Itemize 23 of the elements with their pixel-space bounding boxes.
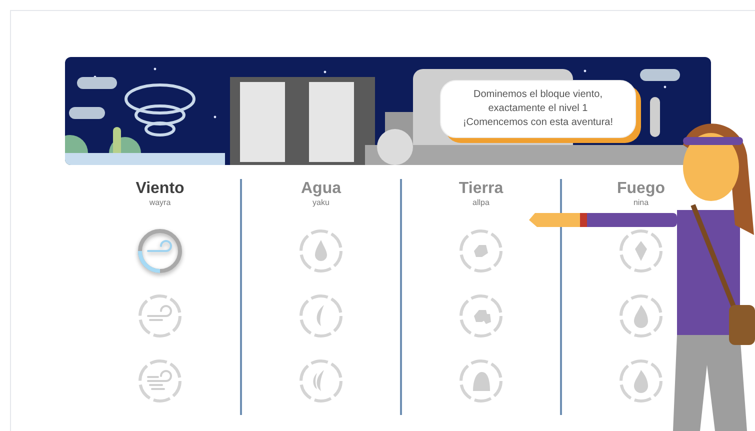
level-icon[interactable] (457, 227, 505, 275)
level-icon[interactable] (136, 292, 184, 340)
speech-text: ¡Comencemos con esta aventura! (462, 116, 614, 130)
level-icon[interactable] (617, 357, 665, 405)
element-subtitle: allpa (472, 199, 490, 207)
element-subtitle: nina (633, 199, 649, 207)
speech-text: exactamente el nivel 1 (488, 102, 588, 116)
level-icon[interactable] (297, 357, 345, 405)
element-subtitle: wayra (149, 199, 171, 207)
level-icon[interactable] (617, 292, 665, 340)
level-icon[interactable] (297, 227, 345, 275)
level-icon[interactable] (136, 357, 184, 405)
level-icon[interactable] (457, 357, 505, 405)
level-icon[interactable] (297, 292, 345, 340)
element-title[interactable]: Tierra (458, 179, 504, 199)
level-icon[interactable] (136, 227, 184, 275)
element-title[interactable]: Agua (301, 179, 341, 199)
level-icon[interactable] (457, 292, 505, 340)
speech-text: Dominemos el bloque viento, (474, 88, 602, 102)
element-subtitle: yaku (312, 199, 330, 207)
element-title[interactable]: Viento (136, 179, 184, 199)
level-icon[interactable] (617, 227, 665, 275)
element-title[interactable]: Fuego (617, 179, 665, 199)
